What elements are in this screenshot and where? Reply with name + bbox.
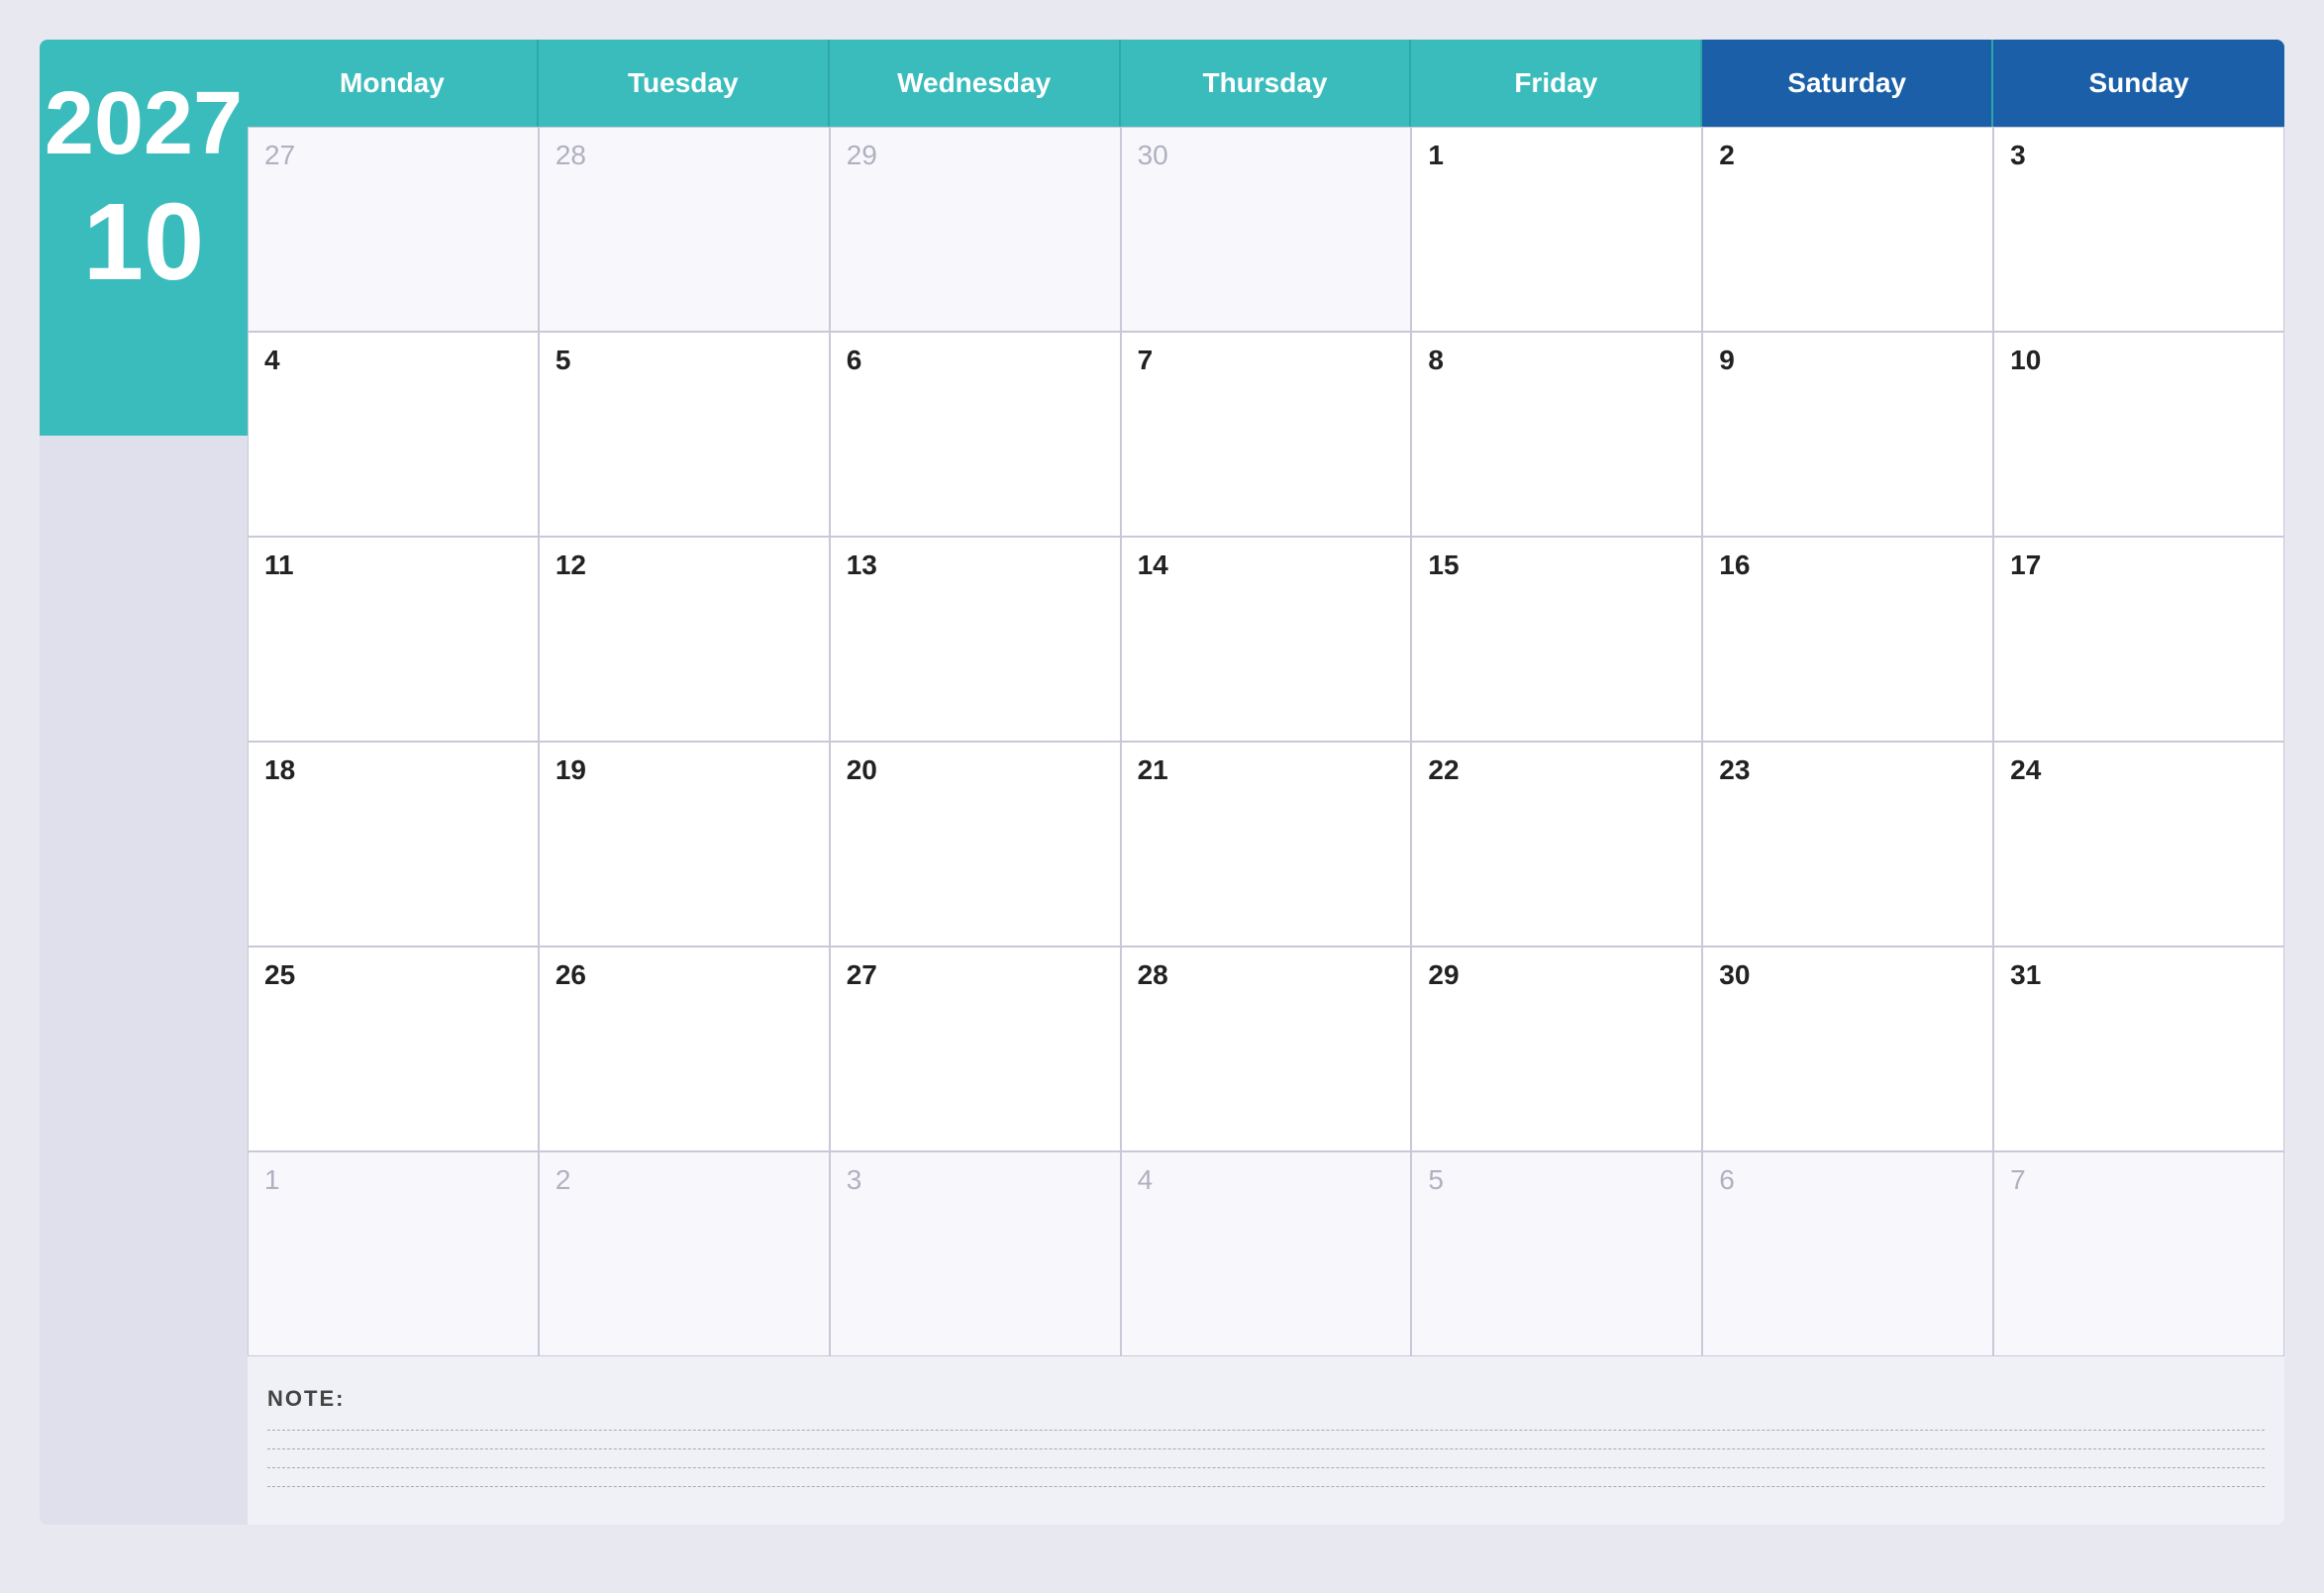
calendar-cell[interactable]: 16 <box>1702 537 1993 742</box>
calendar-cell[interactable]: 29 <box>830 127 1121 332</box>
calendar-cell[interactable]: 23 <box>1702 742 1993 946</box>
calendar-cell[interactable]: 2 <box>539 1151 830 1356</box>
calendar-cell[interactable]: 7 <box>1121 332 1412 537</box>
calendar-cell[interactable]: 14 <box>1121 537 1412 742</box>
calendar-cell[interactable]: 8 <box>1411 332 1702 537</box>
calendar-cell[interactable]: 31 <box>1993 946 2284 1151</box>
calendar-cell[interactable]: 17 <box>1993 537 2284 742</box>
calendar-cell[interactable]: 10 <box>1993 332 2284 537</box>
calendar-cell[interactable]: 6 <box>1702 1151 1993 1356</box>
calendar-cell[interactable]: 1 <box>248 1151 539 1356</box>
calendar-cell[interactable]: 19 <box>539 742 830 946</box>
calendar-cell[interactable]: 6 <box>830 332 1121 537</box>
calendar-cell[interactable]: 13 <box>830 537 1121 742</box>
sidebar-month-name: October <box>40 347 257 415</box>
calendar-cell[interactable]: 30 <box>1121 127 1412 332</box>
calendar-cell[interactable]: 4 <box>1121 1151 1412 1356</box>
calendar-cell[interactable]: 28 <box>539 127 830 332</box>
sidebar-month-number: 10 <box>83 188 204 297</box>
calendar-cell[interactable]: 11 <box>248 537 539 742</box>
calendar-cell[interactable]: 29 <box>1411 946 1702 1151</box>
calendar-cell[interactable]: 15 <box>1411 537 1702 742</box>
header-tuesday: Tuesday <box>539 40 830 127</box>
calendar-cell[interactable]: 25 <box>248 946 539 1151</box>
header-sunday: Sunday <box>1993 40 2284 127</box>
sidebar: 2027 10 October <box>40 40 248 1525</box>
days-header: Monday Tuesday Wednesday Thursday Friday… <box>248 40 2284 127</box>
notes-line-2 <box>267 1448 2265 1449</box>
calendar-cell[interactable]: 21 <box>1121 742 1412 946</box>
header-thursday: Thursday <box>1121 40 1412 127</box>
notes-line-1 <box>267 1430 2265 1431</box>
calendar-cell[interactable]: 5 <box>539 332 830 537</box>
notes-line-3 <box>267 1467 2265 1468</box>
calendar-cell[interactable]: 3 <box>1993 127 2284 332</box>
calendar-cell[interactable]: 20 <box>830 742 1121 946</box>
header-saturday: Saturday <box>1702 40 1993 127</box>
notes-label: NOTE: <box>267 1386 2265 1412</box>
calendar-cell[interactable]: 7 <box>1993 1151 2284 1356</box>
calendar-main: Monday Tuesday Wednesday Thursday Friday… <box>248 40 2284 1525</box>
calendar-grid: 27 28 29 30 1 2 3 4 5 6 7 8 9 10 11 12 1… <box>248 127 2284 1356</box>
calendar-cell[interactable]: 5 <box>1411 1151 1702 1356</box>
calendar-cell[interactable]: 27 <box>830 946 1121 1151</box>
calendar-cell[interactable]: 22 <box>1411 742 1702 946</box>
header-wednesday: Wednesday <box>830 40 1121 127</box>
calendar-cell[interactable]: 27 <box>248 127 539 332</box>
calendar-cell[interactable]: 9 <box>1702 332 1993 537</box>
header-friday: Friday <box>1411 40 1702 127</box>
calendar-cell[interactable]: 18 <box>248 742 539 946</box>
calendar-cell[interactable]: 2 <box>1702 127 1993 332</box>
calendar-cell[interactable]: 12 <box>539 537 830 742</box>
sidebar-year: 2027 <box>45 79 243 168</box>
calendar-container: 2027 10 October Monday Tuesday Wednesday… <box>40 40 2284 1525</box>
calendar-cell[interactable]: 30 <box>1702 946 1993 1151</box>
notes-line-4 <box>267 1486 2265 1487</box>
calendar-cell[interactable]: 1 <box>1411 127 1702 332</box>
calendar-cell[interactable]: 26 <box>539 946 830 1151</box>
calendar-cell[interactable]: 28 <box>1121 946 1412 1151</box>
calendar-cell[interactable]: 3 <box>830 1151 1121 1356</box>
calendar-cell[interactable]: 4 <box>248 332 539 537</box>
calendar-cell[interactable]: 24 <box>1993 742 2284 946</box>
header-monday: Monday <box>248 40 539 127</box>
notes-section: NOTE: <box>248 1356 2284 1525</box>
